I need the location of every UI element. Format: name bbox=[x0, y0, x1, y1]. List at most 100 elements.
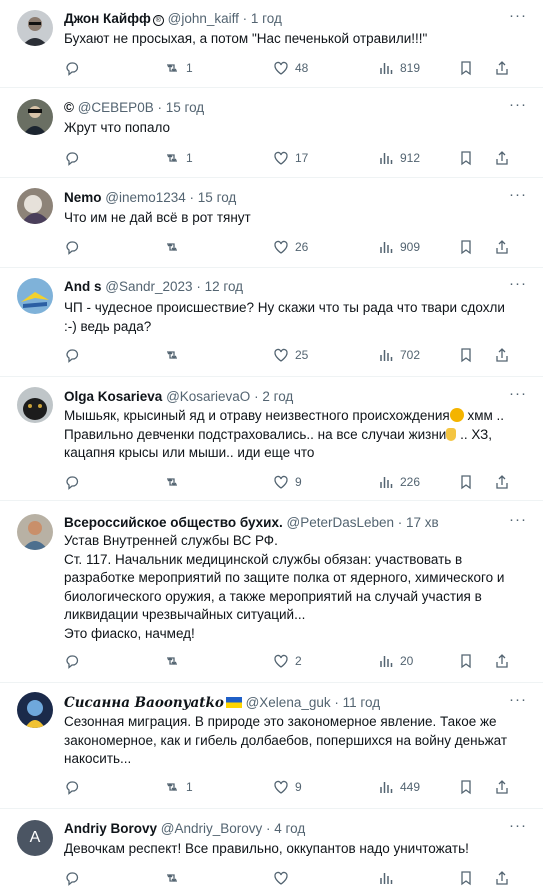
more-options-icon[interactable]: ··· bbox=[509, 8, 527, 26]
more-options-icon[interactable]: ··· bbox=[509, 692, 527, 710]
share-icon[interactable] bbox=[494, 652, 510, 670]
more-options-icon[interactable]: ··· bbox=[509, 818, 527, 836]
author-handle[interactable]: @Xelena_guk bbox=[246, 695, 331, 710]
avatar[interactable] bbox=[17, 99, 53, 135]
views-button[interactable]: 909 bbox=[378, 238, 420, 256]
avatar[interactable] bbox=[17, 692, 53, 728]
timestamp[interactable]: 15 год bbox=[166, 100, 204, 115]
avatar[interactable] bbox=[17, 10, 53, 46]
more-options-icon[interactable]: ··· bbox=[509, 276, 527, 294]
more-options-icon[interactable]: ··· bbox=[509, 97, 527, 115]
timestamp[interactable]: 17 хв bbox=[406, 515, 439, 530]
author-name[interactable]: © bbox=[64, 100, 74, 115]
views-button[interactable]: 819 bbox=[378, 59, 420, 77]
share-icon[interactable] bbox=[494, 59, 510, 77]
author-handle[interactable]: @PeterDasLeben bbox=[287, 515, 395, 530]
views-button[interactable]: 702 bbox=[378, 346, 420, 364]
avatar[interactable] bbox=[17, 387, 53, 423]
like-button[interactable]: 9 bbox=[273, 473, 302, 491]
author-name[interactable]: Всероссийское общество бухих. bbox=[64, 515, 283, 530]
timestamp[interactable]: 4 год bbox=[274, 821, 305, 836]
tweet: Всероссийское общество бухих. @PeterDasL… bbox=[0, 501, 543, 683]
retweet-button[interactable] bbox=[164, 473, 186, 491]
views-button[interactable]: 449 bbox=[378, 778, 420, 796]
author-name[interactable]: Olga Kosarieva bbox=[64, 389, 162, 404]
reply-button[interactable] bbox=[64, 346, 86, 364]
reply-button[interactable] bbox=[64, 869, 80, 887]
retweet-button[interactable]: 1 bbox=[164, 59, 193, 77]
like-button[interactable]: 2 bbox=[273, 652, 302, 670]
retweet-button[interactable] bbox=[164, 238, 186, 256]
like-button[interactable]: 48 bbox=[273, 59, 308, 77]
like-button[interactable]: 17 bbox=[273, 149, 308, 167]
like-count: 25 bbox=[295, 348, 309, 362]
avatar[interactable] bbox=[17, 278, 53, 314]
like-button[interactable]: 9 bbox=[273, 778, 302, 796]
share-icon[interactable] bbox=[494, 149, 510, 167]
heart-icon bbox=[274, 871, 288, 885]
bookmark-icon[interactable] bbox=[458, 778, 474, 796]
like-button[interactable]: 25 bbox=[273, 346, 308, 364]
reply-button[interactable] bbox=[64, 473, 86, 491]
share-icon[interactable] bbox=[494, 869, 510, 887]
share-icon[interactable] bbox=[494, 473, 510, 491]
author-name[interactable]: And s bbox=[64, 279, 102, 294]
views-button[interactable]: 912 bbox=[378, 149, 420, 167]
reply-button[interactable] bbox=[64, 59, 86, 77]
author-name[interactable]: Andriy Borovy bbox=[64, 821, 157, 836]
more-options-icon[interactable]: ··· bbox=[509, 512, 527, 530]
bookmark-icon[interactable] bbox=[458, 473, 474, 491]
reply-button[interactable] bbox=[64, 149, 86, 167]
tweet: Nemo @inemo1234 · 15 год ··· Что им не д… bbox=[0, 178, 543, 268]
timestamp[interactable]: 1 год bbox=[251, 11, 282, 26]
avatar[interactable]: A bbox=[17, 820, 53, 856]
timestamp[interactable]: 2 год bbox=[262, 389, 293, 404]
views-icon bbox=[380, 477, 393, 488]
like-button[interactable] bbox=[273, 869, 289, 887]
share-icon[interactable] bbox=[494, 238, 510, 256]
author-handle[interactable]: @john_kaiff bbox=[168, 11, 239, 26]
retweet-button[interactable]: 1 bbox=[164, 149, 193, 167]
retweet-button[interactable] bbox=[164, 652, 186, 670]
share-icon[interactable] bbox=[494, 346, 510, 364]
reply-button[interactable] bbox=[64, 238, 86, 256]
more-options-icon[interactable]: ··· bbox=[509, 187, 527, 205]
views-button[interactable] bbox=[378, 869, 394, 887]
avatar[interactable] bbox=[17, 514, 53, 550]
author-handle[interactable]: @Andriy_Borovy bbox=[161, 821, 263, 836]
views-button[interactable]: 226 bbox=[378, 473, 420, 491]
retweet-icon bbox=[167, 243, 177, 251]
author-name[interactable]: Сиcанна Вaoоnyatkо bbox=[64, 695, 224, 711]
avatar[interactable] bbox=[17, 188, 53, 224]
heart-icon bbox=[274, 348, 288, 362]
views-button[interactable]: 20 bbox=[378, 652, 413, 670]
tweet-text: Бухают не просыхая, а потом "Нас печеньк… bbox=[64, 31, 428, 46]
author-handle[interactable]: @KosarievaO bbox=[166, 389, 250, 404]
like-button[interactable]: 26 bbox=[273, 238, 308, 256]
reply-button[interactable] bbox=[64, 652, 86, 670]
author-handle[interactable]: @СЕВЕР0В bbox=[78, 100, 154, 115]
bookmark-icon[interactable] bbox=[458, 346, 474, 364]
tweet-text: Сезонная миграция. В природе это законом… bbox=[64, 714, 508, 767]
retweet-button[interactable] bbox=[164, 869, 180, 887]
timestamp[interactable]: 12 год bbox=[205, 279, 243, 294]
author-name[interactable]: Nemo bbox=[64, 190, 102, 205]
views-count: 912 bbox=[400, 151, 421, 165]
bookmark-icon[interactable] bbox=[458, 869, 474, 887]
share-icon[interactable] bbox=[494, 778, 510, 796]
more-options-icon[interactable]: ··· bbox=[509, 386, 527, 404]
author-handle[interactable]: @inemo1234 bbox=[105, 190, 186, 205]
bookmark-icon[interactable] bbox=[458, 59, 474, 77]
author-handle[interactable]: @Sandr_2023 bbox=[105, 279, 192, 294]
timestamp[interactable]: 15 год bbox=[198, 190, 236, 205]
bookmark-icon[interactable] bbox=[458, 238, 474, 256]
timestamp[interactable]: 11 год bbox=[343, 695, 380, 710]
author-name[interactable]: Джон Кайфф bbox=[64, 11, 151, 26]
retweet-count: 1 bbox=[186, 61, 193, 75]
retweet-button[interactable]: 1 bbox=[164, 778, 193, 796]
reply-button[interactable] bbox=[64, 778, 86, 796]
bookmark-icon[interactable] bbox=[458, 149, 474, 167]
bookmark-icon[interactable] bbox=[458, 652, 474, 670]
retweet-button[interactable] bbox=[164, 346, 186, 364]
views-icon bbox=[380, 63, 393, 74]
